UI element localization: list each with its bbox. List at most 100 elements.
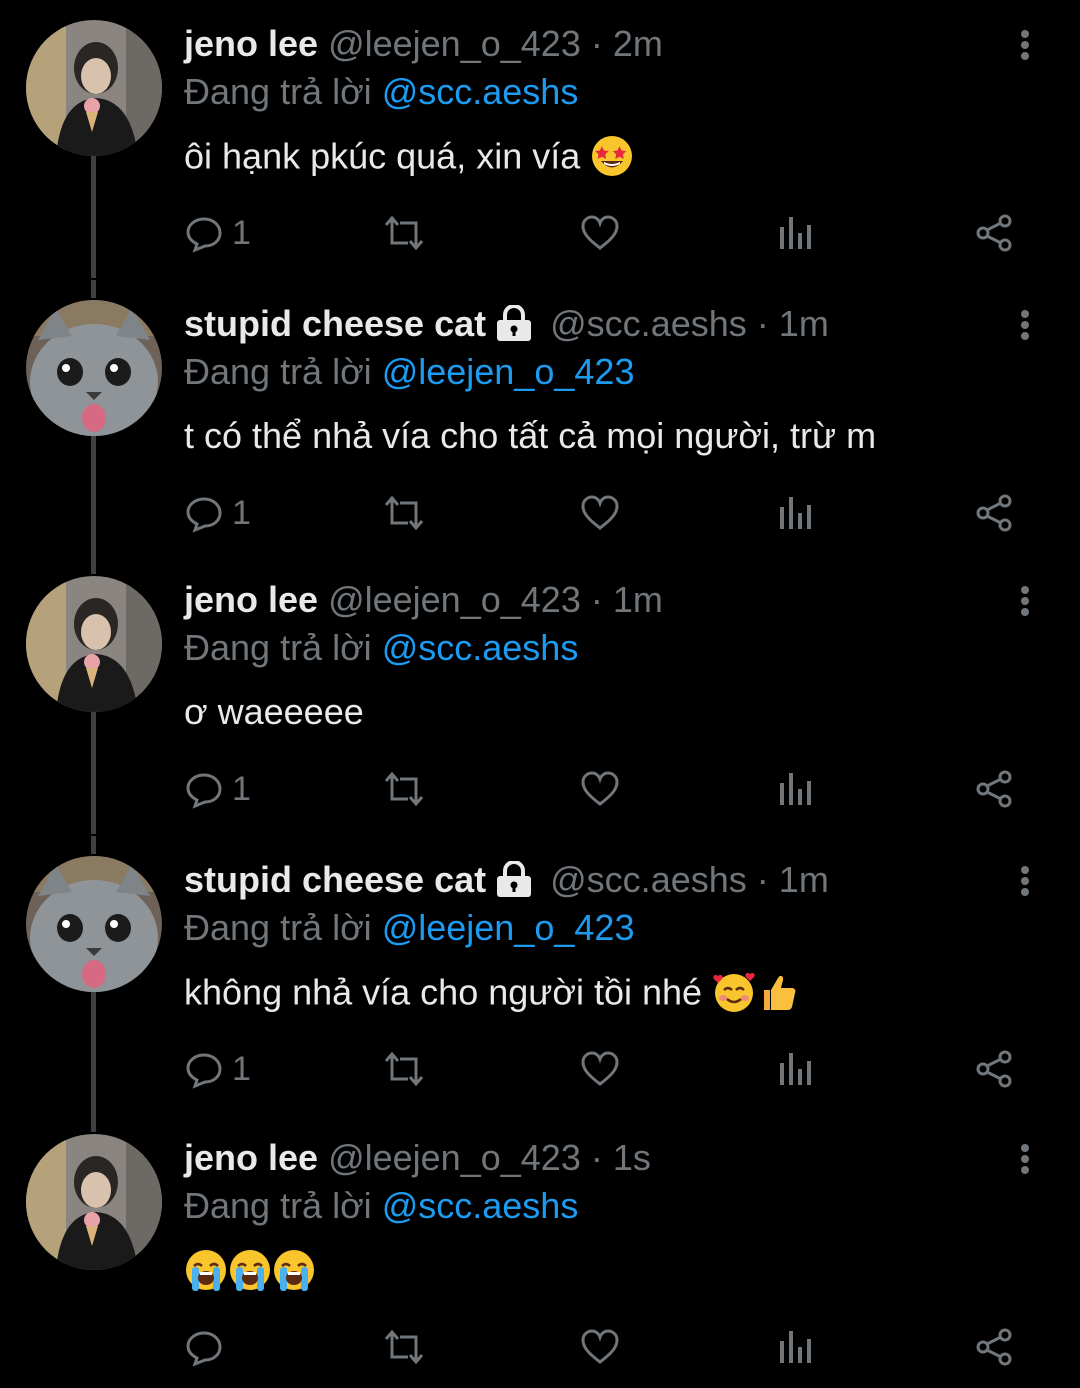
- replying-to-label: Đang trả lời: [184, 1185, 372, 1226]
- display-name[interactable]: jeno lee: [184, 23, 318, 64]
- thread-line: [91, 986, 96, 1122]
- share-button[interactable]: [974, 488, 1014, 538]
- mention-link[interactable]: @leejen_o_423: [382, 351, 635, 392]
- replying-to: Đang trả lời @leejen_o_423: [184, 906, 634, 950]
- tweet-actions: [184, 1322, 1044, 1372]
- timestamp[interactable]: 2m: [613, 23, 663, 64]
- like-button[interactable]: [580, 1044, 620, 1094]
- replying-to: Đang trả lời @scc.aeshs: [184, 626, 578, 670]
- like-button[interactable]: [580, 488, 620, 538]
- separator-dot: ·: [756, 303, 769, 344]
- thread-line: [91, 836, 96, 854]
- crying-face-emoji: [274, 1250, 314, 1291]
- username-handle[interactable]: @scc.aeshs: [550, 303, 747, 344]
- replying-to-label: Đang trả lời: [184, 351, 372, 392]
- retweet-button[interactable]: [382, 488, 426, 538]
- more-options-icon[interactable]: [1010, 22, 1040, 66]
- display-name[interactable]: jeno lee: [184, 1137, 318, 1178]
- retweet-button[interactable]: [382, 1322, 426, 1372]
- replying-to-label: Đang trả lời: [184, 627, 372, 668]
- cat-avatar[interactable]: [26, 856, 162, 992]
- mention-link[interactable]: @scc.aeshs: [382, 71, 579, 112]
- display-name[interactable]: stupid cheese cat: [184, 303, 486, 344]
- more-options-icon[interactable]: [1010, 1136, 1040, 1180]
- share-button[interactable]: [974, 1322, 1014, 1372]
- thread-line: [91, 430, 96, 558]
- more-options-icon[interactable]: [1010, 858, 1040, 902]
- analytics-icon: [780, 773, 811, 805]
- tweet-text: ơ waeeeee: [184, 690, 364, 734]
- timestamp[interactable]: 1m: [779, 859, 829, 900]
- reply-button[interactable]: 1: [184, 1044, 251, 1094]
- views-button[interactable]: [778, 208, 814, 258]
- retweet-icon: [384, 1051, 424, 1087]
- mention-link[interactable]: @scc.aeshs: [382, 627, 579, 668]
- timestamp[interactable]: 1m: [779, 303, 829, 344]
- thumbs-up-emoji: [764, 975, 796, 1010]
- more-options-icon[interactable]: [1010, 578, 1040, 622]
- tweet-actions: 1: [184, 1044, 1044, 1094]
- tweet-text: ôi hạnk pkúc quá, xin vía: [184, 134, 634, 184]
- retweet-icon: [384, 1329, 424, 1365]
- reply-icon: [186, 1053, 222, 1089]
- like-button[interactable]: [580, 764, 620, 814]
- heart-icon: [581, 495, 619, 530]
- cat-avatar[interactable]: [26, 300, 162, 436]
- views-button[interactable]: [778, 1322, 814, 1372]
- heart-icon: [581, 771, 619, 806]
- like-button[interactable]: [580, 1322, 620, 1372]
- reply-button[interactable]: [184, 1322, 232, 1372]
- share-icon: [976, 1050, 1012, 1088]
- replying-to: Đang trả lời @leejen_o_423: [184, 350, 634, 394]
- share-icon: [976, 770, 1012, 808]
- like-button[interactable]: [580, 208, 620, 258]
- reply-icon: [186, 217, 222, 253]
- reply-button[interactable]: 1: [184, 764, 251, 814]
- username-handle[interactable]: @leejen_o_423: [328, 23, 581, 64]
- person-avatar[interactable]: [26, 20, 162, 156]
- views-button[interactable]: [778, 488, 814, 538]
- tweet-actions: 1: [184, 208, 1044, 258]
- tweet-actions: 1: [184, 488, 1044, 538]
- tweet-header: jeno lee @leejen_o_423 · 1m: [184, 578, 663, 622]
- tweet-text: t có thể nhả vía cho tất cả mọi người, t…: [184, 414, 876, 458]
- share-button[interactable]: [974, 1044, 1014, 1094]
- tweet-text-content: ôi hạnk pkúc quá, xin vía: [184, 135, 581, 177]
- separator-dot: ·: [590, 23, 603, 64]
- tweet-header: jeno lee @leejen_o_423 · 2m: [184, 22, 663, 66]
- thread-line: [91, 280, 96, 298]
- display-name[interactable]: jeno lee: [184, 579, 318, 620]
- reply-button[interactable]: 1: [184, 488, 251, 538]
- retweet-button[interactable]: [382, 764, 426, 814]
- tweet-header: jeno lee @leejen_o_423 · 1s: [184, 1136, 651, 1180]
- timestamp[interactable]: 1s: [613, 1137, 651, 1178]
- username-handle[interactable]: @leejen_o_423: [328, 1137, 581, 1178]
- person-avatar[interactable]: [26, 1134, 162, 1270]
- views-button[interactable]: [778, 1044, 814, 1094]
- retweet-button[interactable]: [382, 208, 426, 258]
- separator-dot: ·: [756, 859, 769, 900]
- views-button[interactable]: [778, 764, 814, 814]
- reply-button[interactable]: 1: [184, 208, 251, 258]
- display-name[interactable]: stupid cheese cat: [184, 859, 486, 900]
- share-button[interactable]: [974, 208, 1014, 258]
- analytics-icon: [780, 217, 811, 249]
- tweet-text-content: không nhả vía cho người tồi nhé: [184, 971, 703, 1013]
- username-handle[interactable]: @leejen_o_423: [328, 579, 581, 620]
- heart-icon: [581, 1329, 619, 1364]
- share-button[interactable]: [974, 764, 1014, 814]
- tweet-text-content: ơ waeeeee: [184, 691, 364, 732]
- tweet-header: stupid cheese cat @scc.aeshs · 1m: [184, 302, 829, 347]
- more-options-icon[interactable]: [1010, 302, 1040, 346]
- person-avatar[interactable]: [26, 576, 162, 712]
- mention-link[interactable]: @scc.aeshs: [382, 1185, 579, 1226]
- thread-line: [91, 556, 96, 574]
- crying-face-emoji: [186, 1250, 226, 1291]
- share-icon: [976, 494, 1012, 532]
- retweet-button[interactable]: [382, 1044, 426, 1094]
- heart-icon: [581, 1051, 619, 1086]
- username-handle[interactable]: @scc.aeshs: [550, 859, 747, 900]
- replying-to: Đang trả lời @scc.aeshs: [184, 70, 578, 114]
- mention-link[interactable]: @leejen_o_423: [382, 907, 635, 948]
- timestamp[interactable]: 1m: [613, 579, 663, 620]
